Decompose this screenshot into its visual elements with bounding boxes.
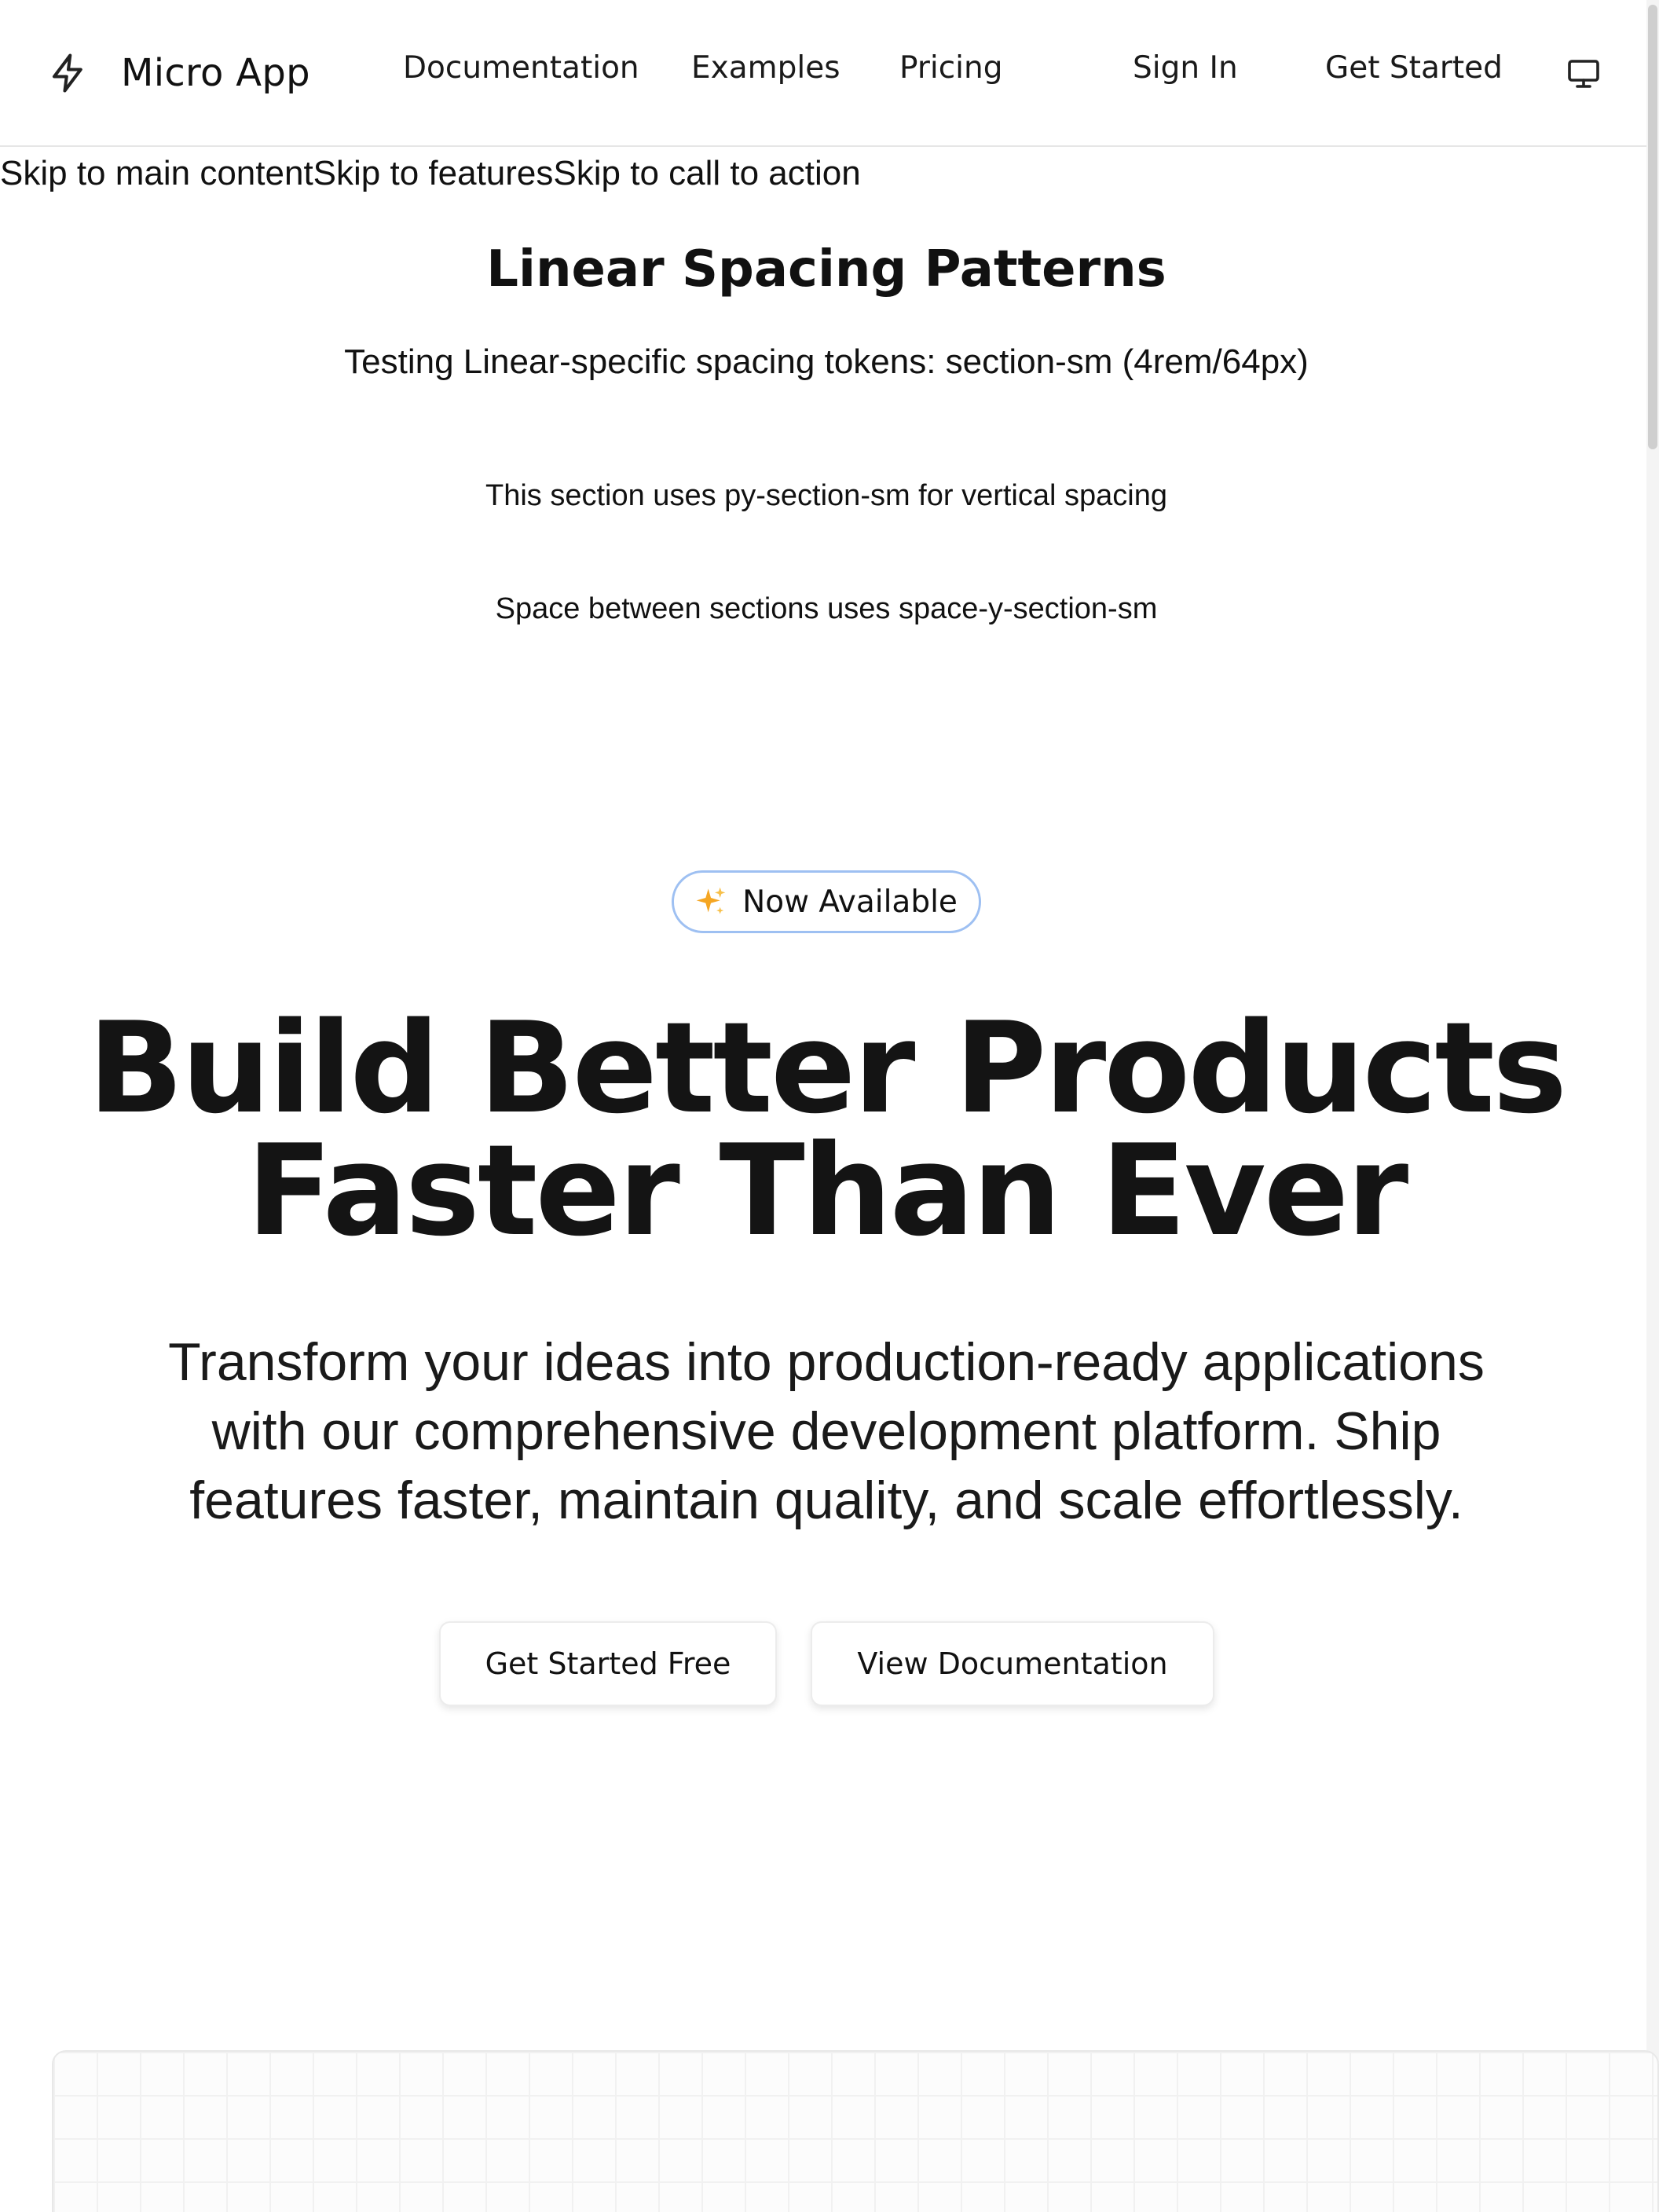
badge-label: Now Available [742,884,958,920]
spacing-section-title: Linear Spacing Patterns [486,240,1166,298]
view-documentation-button[interactable]: View Documentation [811,1621,1214,1706]
skip-links: Skip to main contentSkip to featuresSkip… [0,154,861,193]
sparkle-icon [696,887,726,914]
skip-to-features-link[interactable]: Skip to features [313,154,554,192]
nav-examples[interactable]: Examples [691,50,840,86]
spacing-note-between: Space between sections uses space-y-sect… [495,592,1158,625]
sign-in-link[interactable]: Sign In [1133,50,1238,86]
spacing-note-vertical: This section uses py-section-sm for vert… [485,479,1167,512]
scrollbar-thumb[interactable] [1648,5,1657,449]
nav-documentation[interactable]: Documentation [403,50,639,86]
grid-preview-panel [52,2050,1659,2212]
now-available-badge: Now Available [672,870,981,933]
skip-to-main-link[interactable]: Skip to main content [0,154,313,192]
get-started-link[interactable]: Get Started [1325,50,1503,86]
hero-subtitle: Transform your ideas into production-rea… [168,1332,1485,1530]
nav-pricing[interactable]: Pricing [899,50,1002,86]
page: Micro App Documentation Examples Pricing… [0,0,1659,2212]
hero-title-line-2: Faster Than Ever [246,1117,1408,1264]
top-navigation-bar: Micro App Documentation Examples Pricing… [0,0,1646,147]
monitor-icon[interactable] [1565,55,1602,93]
spacing-section-subtitle: Testing Linear-specific spacing tokens: … [344,342,1309,381]
bolt-icon [52,53,82,93]
get-started-free-button[interactable]: Get Started Free [439,1621,777,1706]
hero-title: Build Better Products Faster Than Ever [0,1005,1653,1254]
brand-name: Micro App [121,51,310,95]
skip-to-cta-link[interactable]: Skip to call to action [553,154,860,192]
brand[interactable]: Micro App [47,46,310,101]
